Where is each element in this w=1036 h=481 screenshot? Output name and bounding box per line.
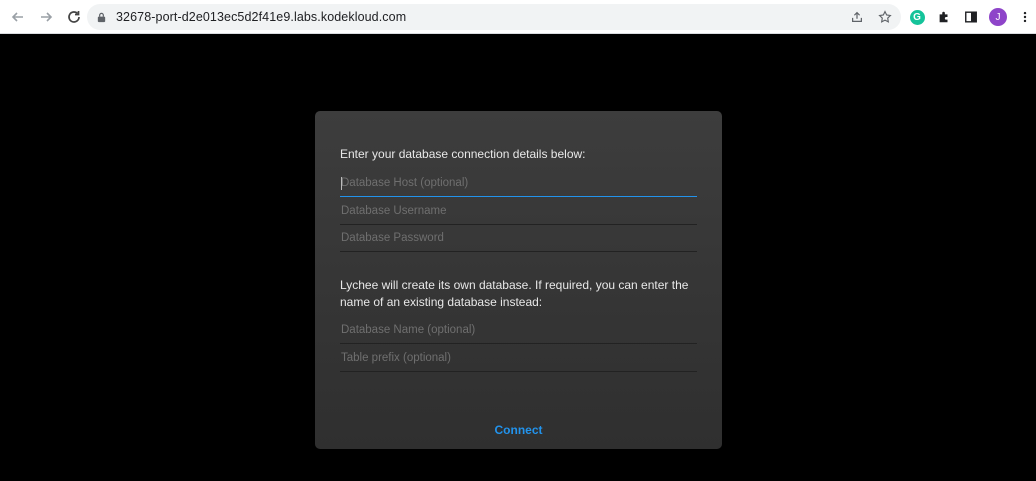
- bookmark-star-icon[interactable]: [877, 9, 893, 25]
- puzzle-extensions-icon[interactable]: [935, 8, 953, 26]
- reload-button[interactable]: [62, 5, 86, 29]
- back-arrow-icon: [11, 11, 23, 22]
- table-prefix-input[interactable]: [340, 352, 697, 364]
- extensions-area: G J: [908, 5, 1034, 29]
- database-username-field[interactable]: [340, 198, 697, 225]
- menu-kebab-icon[interactable]: [1016, 8, 1034, 26]
- connect-button[interactable]: Connect: [315, 423, 722, 437]
- database-password-field[interactable]: [340, 225, 697, 252]
- table-prefix-field[interactable]: [340, 345, 697, 372]
- forward-button[interactable]: [34, 5, 58, 29]
- database-host-field[interactable]: [340, 170, 697, 197]
- database-host-input[interactable]: [340, 177, 697, 189]
- reload-icon: [68, 10, 80, 23]
- info-text: Lychee will create its own database. If …: [340, 278, 689, 309]
- database-username-input[interactable]: [340, 205, 697, 217]
- database-name-field[interactable]: [340, 317, 697, 344]
- browser-toolbar: 32678-port-d2e013ec5d2f41e9.labs.kodeklo…: [0, 0, 1036, 34]
- database-name-input[interactable]: [340, 324, 697, 336]
- lock-icon[interactable]: [96, 11, 108, 23]
- url-text[interactable]: 32678-port-d2e013ec5d2f41e9.labs.kodeklo…: [116, 10, 406, 24]
- intro-text: Enter your database connection details b…: [340, 147, 586, 161]
- text-caret: [341, 177, 342, 190]
- back-button[interactable]: [6, 5, 30, 29]
- forward-arrow-icon: [41, 11, 53, 22]
- database-password-input[interactable]: [340, 232, 697, 244]
- grammarly-extension-icon[interactable]: G: [908, 8, 926, 26]
- profile-avatar[interactable]: J: [989, 8, 1007, 26]
- database-connection-dialog: Enter your database connection details b…: [315, 111, 722, 449]
- side-panel-icon[interactable]: [962, 8, 980, 26]
- share-icon[interactable]: [849, 9, 865, 25]
- address-bar[interactable]: 32678-port-d2e013ec5d2f41e9.labs.kodeklo…: [87, 4, 901, 30]
